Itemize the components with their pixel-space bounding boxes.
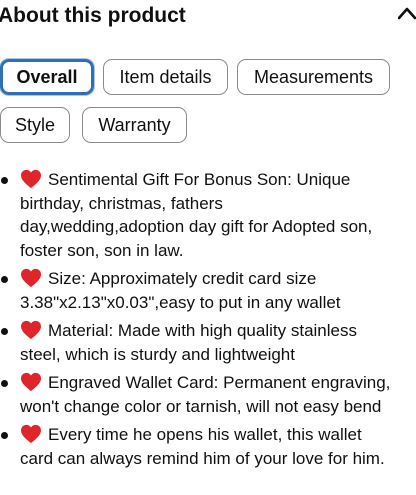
- red-heart-icon: [21, 424, 41, 444]
- bullet-text-line: Size: Approximately credit card size: [48, 269, 317, 288]
- bullet-text-line: Material: Made with high quality stainle…: [48, 321, 357, 340]
- bullet-text-line: won't change color or tarnish, will not …: [20, 396, 382, 416]
- red-heart-icon: [21, 372, 41, 392]
- bullet-text-line: Every time he opens his wallet, this wal…: [48, 425, 362, 444]
- red-heart-icon: [21, 169, 41, 189]
- bullet-dot: [1, 177, 8, 184]
- bullet-dot: [1, 432, 8, 439]
- bullet-text-line: 3.38"x2.13"x0.03",easy to put in any wal…: [20, 292, 341, 312]
- bullet-text-line: steel, which is sturdy and lightweight: [20, 344, 295, 364]
- bullet-text-line: birthday, christmas, fathers: [20, 193, 223, 213]
- tab-warranty[interactable]: Warranty: [82, 107, 187, 143]
- bullet-text-line: day,wedding,adoption day gift for Adopte…: [20, 217, 373, 236]
- red-heart-icon: [21, 268, 41, 288]
- bullet-text-line: Engraved Wallet Card: Permanent engravin…: [48, 373, 391, 392]
- bullet-text-line: foster son, son in law.: [20, 240, 184, 260]
- tab-measurements[interactable]: Measurements: [237, 59, 390, 95]
- section-header[interactable]: About this product: [0, 0, 416, 36]
- about-this-product-page: About this product Overall Item details …: [0, 0, 416, 495]
- red-heart-icon: [21, 320, 41, 340]
- chevron-up-icon[interactable]: [398, 6, 416, 20]
- tab-overall[interactable]: Overall: [0, 59, 94, 95]
- tab-style[interactable]: Style: [0, 107, 70, 143]
- bullet-dot: [1, 380, 8, 387]
- bullet-text-line: card can always remind him of your love …: [20, 448, 385, 468]
- bullet-dot: [1, 328, 8, 335]
- tab-item-details[interactable]: Item details: [103, 59, 228, 95]
- bullet-dot: [1, 276, 8, 283]
- section-title: About this product: [0, 4, 186, 27]
- bullet-text-line: Sentimental Gift For Bonus Son: Unique: [48, 170, 351, 189]
